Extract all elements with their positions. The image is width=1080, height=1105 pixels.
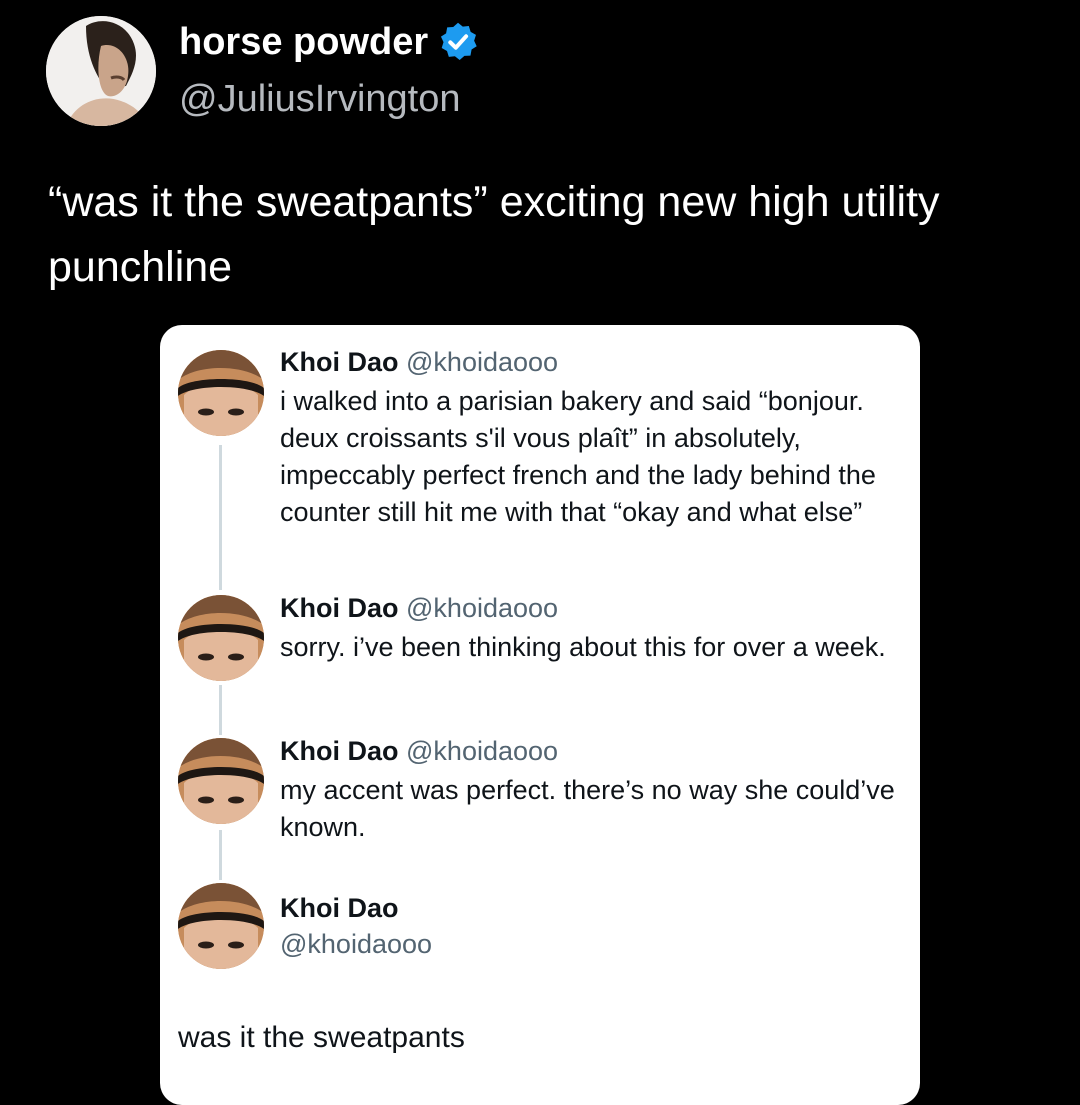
post-author-handle[interactable]: @khoidaooo xyxy=(406,593,558,623)
author-handle[interactable]: @JuliusIrvington xyxy=(179,78,460,121)
post-text: i walked into a parisian bakery and said… xyxy=(280,386,876,527)
post-author-handle[interactable]: @khoidaooo xyxy=(406,347,558,377)
post-header: Khoi Dao @khoidaooo xyxy=(280,347,558,378)
final-post-text: was it the sweatpants xyxy=(178,1021,465,1054)
post-text: my accent was perfect. there’s no way sh… xyxy=(280,775,895,842)
author-name[interactable]: horse powder xyxy=(179,21,428,64)
final-post-author-handle[interactable]: @khoidaooo xyxy=(280,929,432,960)
tweet-text: “was it the sweatpants” exciting new hig… xyxy=(48,178,940,291)
post-header: Khoi Dao @khoidaooo xyxy=(280,736,558,767)
khoi-avatar[interactable] xyxy=(178,883,264,969)
quoted-thread-card[interactable]: Khoi Dao @khoidaooo i walked into a pari… xyxy=(160,325,920,1105)
verified-badge-icon xyxy=(436,20,480,64)
author-avatar[interactable] xyxy=(46,16,156,126)
post-header: Khoi Dao @khoidaooo xyxy=(280,593,558,624)
post-author-name[interactable]: Khoi Dao xyxy=(280,593,399,623)
khoi-avatar[interactable] xyxy=(178,350,264,436)
post-author-handle[interactable]: @khoidaooo xyxy=(406,736,558,766)
thread-connector xyxy=(219,685,222,735)
thread-connector xyxy=(219,445,222,590)
post-author-name[interactable]: Khoi Dao xyxy=(280,736,399,766)
post-text: sorry. i’ve been thinking about this for… xyxy=(280,632,886,662)
khoi-avatar[interactable] xyxy=(178,738,264,824)
khoi-avatar[interactable] xyxy=(178,595,264,681)
author-name-row[interactable]: horse powder xyxy=(179,20,480,64)
thread-connector xyxy=(219,830,222,880)
final-post-author-name[interactable]: Khoi Dao xyxy=(280,893,399,924)
post-author-name[interactable]: Khoi Dao xyxy=(280,347,399,377)
